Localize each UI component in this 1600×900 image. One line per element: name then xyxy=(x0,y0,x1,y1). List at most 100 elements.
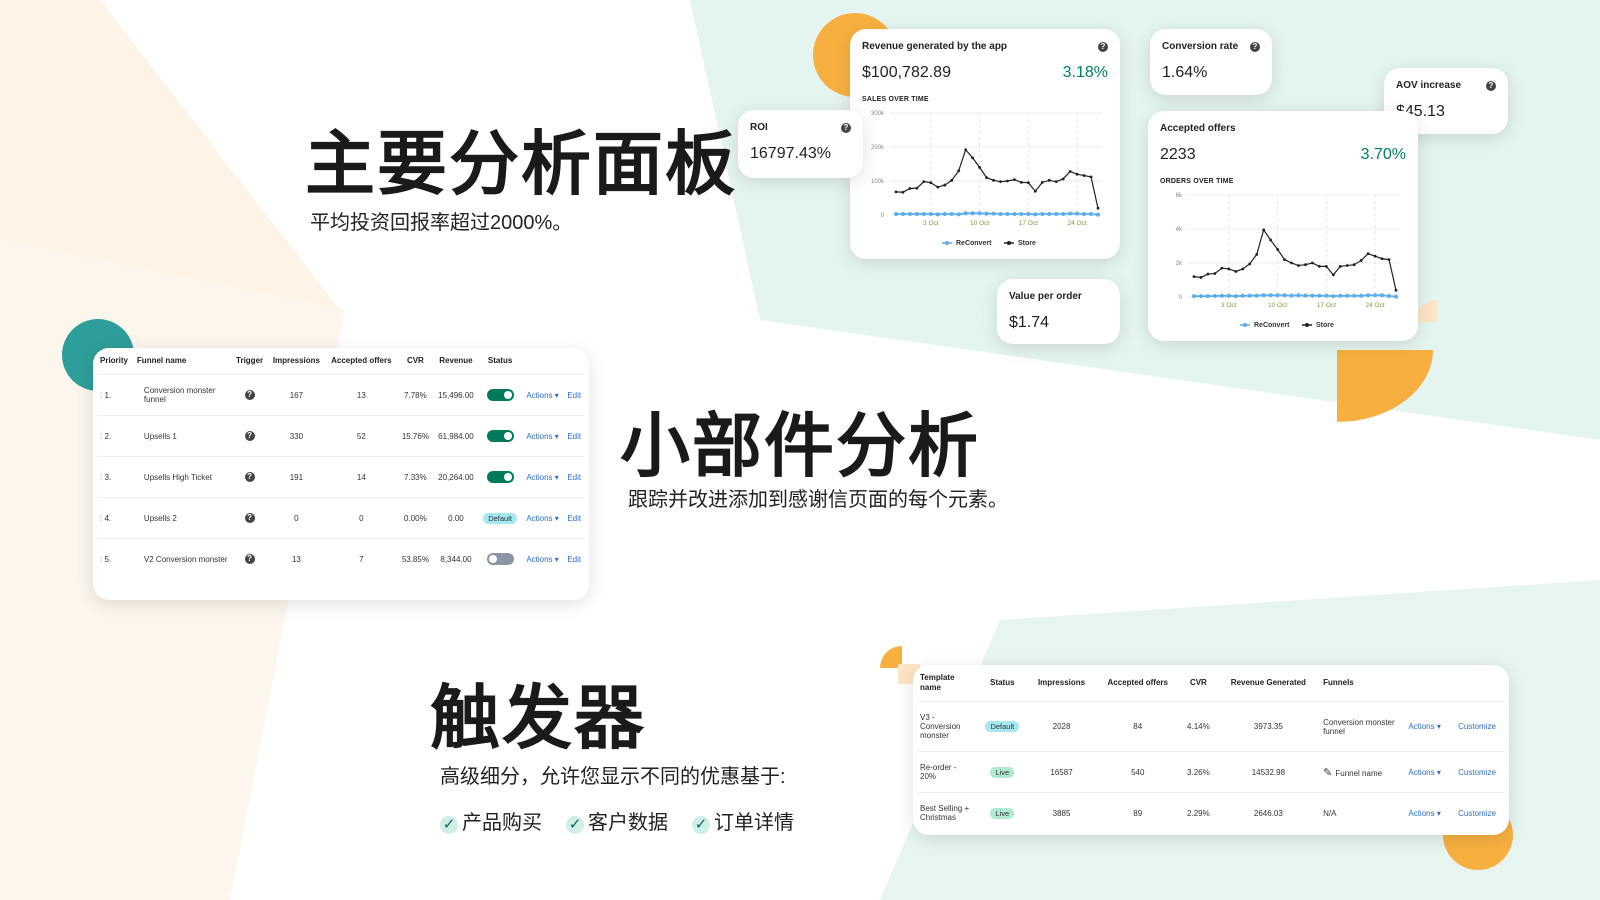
data-point xyxy=(900,211,905,216)
data-point xyxy=(1297,264,1300,267)
data-point xyxy=(1019,211,1024,216)
edit-link[interactable]: Edit xyxy=(563,538,585,580)
revenue-cell: 0.00 xyxy=(433,497,479,539)
data-point xyxy=(1096,212,1100,217)
legend-marker xyxy=(945,241,949,245)
status-cell xyxy=(478,456,522,498)
y-tick-label: 200k xyxy=(871,145,885,151)
card-title: Conversion rate xyxy=(1162,41,1239,52)
priority-cell[interactable]: ⁞ 4. xyxy=(97,497,134,539)
series-line-store xyxy=(1193,228,1397,291)
data-point xyxy=(991,211,996,216)
status-toggle[interactable] xyxy=(486,430,514,442)
y-tick-label: 0 xyxy=(881,213,885,219)
data-point xyxy=(1096,206,1100,210)
customize-link[interactable]: Customize xyxy=(1449,701,1505,752)
customize-link[interactable]: Customize xyxy=(1449,792,1505,834)
legend-marker xyxy=(1305,323,1309,327)
actions-button[interactable]: Actions ▾ xyxy=(521,415,564,457)
x-tick-label: 3 Oct xyxy=(923,220,939,227)
data-point xyxy=(1387,293,1392,298)
column-header: CVR xyxy=(1189,678,1207,687)
card-title: Value per order xyxy=(1009,291,1082,302)
funnel-name: Conversion monster funnel xyxy=(133,374,232,416)
priority-cell[interactable]: ⁞ 3. xyxy=(97,456,134,498)
table-row: ⁞ 1. Conversion monster funnel? 167 13 7.78%… xyxy=(97,374,585,416)
edit-link[interactable]: Edit xyxy=(563,415,585,457)
card-value: 16797.43% xyxy=(750,145,831,162)
data-point xyxy=(1213,272,1217,275)
column-header: Status xyxy=(487,356,513,365)
trigger-cell: ? xyxy=(231,538,268,580)
impressions-cell: 2028 xyxy=(1027,701,1096,752)
caret-down-icon: ▾ xyxy=(1434,808,1441,818)
data-point xyxy=(1033,189,1037,193)
revenue-cell: 3973.35 xyxy=(1216,701,1321,752)
help-icon[interactable]: ? xyxy=(244,390,255,400)
status-toggle[interactable] xyxy=(486,553,514,566)
data-point xyxy=(1033,212,1038,217)
data-point xyxy=(1233,294,1238,299)
edit-link[interactable]: Edit xyxy=(563,456,585,498)
help-icon[interactable]: ? xyxy=(841,122,851,133)
help-icon[interactable]: ? xyxy=(1098,41,1108,52)
sales-chart: 0 100k 200k 300k 3 Oct 10 Oct 17 Oct 24 Oct ReCo… xyxy=(871,111,1102,247)
priority-cell[interactable]: ⁞ 1. xyxy=(97,374,134,416)
status-badge: Live xyxy=(990,807,1015,819)
cvr-cell: 3.26% xyxy=(1180,751,1217,793)
priority-cell[interactable]: ⁞ 2. xyxy=(97,415,134,457)
status-cell: Default xyxy=(478,497,522,539)
data-point xyxy=(1054,180,1058,184)
data-point xyxy=(977,211,982,216)
customize-link[interactable]: Customize xyxy=(1449,751,1505,793)
actions-label: Actions xyxy=(1408,722,1435,731)
help-icon[interactable]: ? xyxy=(1250,41,1260,52)
help-icon[interactable]: ? xyxy=(244,554,255,565)
actions-button[interactable]: Actions ▾ xyxy=(1400,701,1450,752)
status-toggle[interactable] xyxy=(486,389,514,401)
accepted-cell: 14 xyxy=(325,456,398,498)
data-point xyxy=(1005,211,1010,216)
column-header: Template name xyxy=(920,673,955,692)
data-point xyxy=(1380,293,1385,298)
table-row: ⁞ 2. Upsells 1? 330 52 15.76% 61,984.00 Action… xyxy=(97,415,585,457)
card-title: Accepted offers xyxy=(1160,123,1236,134)
templates-table-card: Template name Status Impressions Accepted o… xyxy=(913,665,1509,835)
help-icon[interactable]: ? xyxy=(1486,80,1496,91)
pencil-icon[interactable]: ✎ xyxy=(1323,767,1335,779)
actions-button[interactable]: Actions ▾ xyxy=(521,374,564,416)
edit-link[interactable]: Edit xyxy=(563,497,585,539)
help-icon[interactable]: ? xyxy=(244,472,255,482)
funnels-cell: Conversion monster funnel xyxy=(1320,701,1401,752)
actions-button[interactable]: Actions ▾ xyxy=(1400,751,1450,793)
table-row: ⁞ 4. Upsells 2? 0 0 0.00% 0.00 Default Actions … xyxy=(97,497,585,539)
data-point xyxy=(1331,294,1336,299)
actions-button[interactable]: Actions ▾ xyxy=(521,538,564,580)
data-point xyxy=(1068,170,1072,173)
funnel-name: Upsells 2 xyxy=(133,497,232,539)
priority-cell[interactable]: ⁞ 5. xyxy=(97,538,134,580)
data-point xyxy=(1054,211,1059,216)
trigger-cell: ? xyxy=(231,456,268,498)
status-cell: Live xyxy=(977,792,1028,834)
edit-link[interactable]: Edit xyxy=(563,374,585,416)
impressions-cell: 191 xyxy=(267,456,326,498)
data-point xyxy=(908,187,912,190)
help-icon[interactable]: ? xyxy=(244,431,255,441)
accepted-cell: 0 xyxy=(325,497,398,539)
actions-button[interactable]: Actions ▾ xyxy=(521,456,564,498)
data-point xyxy=(1311,261,1314,265)
table-row: Best Selling + Christmas Live 3885 89 2.29% 2… xyxy=(917,792,1505,834)
help-icon[interactable]: ? xyxy=(244,513,255,523)
status-toggle[interactable] xyxy=(486,471,514,483)
data-point xyxy=(978,166,981,169)
priority: 5. xyxy=(104,554,112,564)
data-point xyxy=(985,176,988,179)
section-subtitle: 平均投资回报率超过2000%。 xyxy=(310,212,573,234)
actions-button[interactable]: Actions ▾ xyxy=(521,497,564,539)
data-point xyxy=(1352,263,1356,267)
card-change: 3.18% xyxy=(1062,64,1108,81)
data-point xyxy=(1026,181,1030,185)
actions-button[interactable]: Actions ▾ xyxy=(1400,792,1450,834)
section-title: 小部件分析 xyxy=(620,404,980,487)
